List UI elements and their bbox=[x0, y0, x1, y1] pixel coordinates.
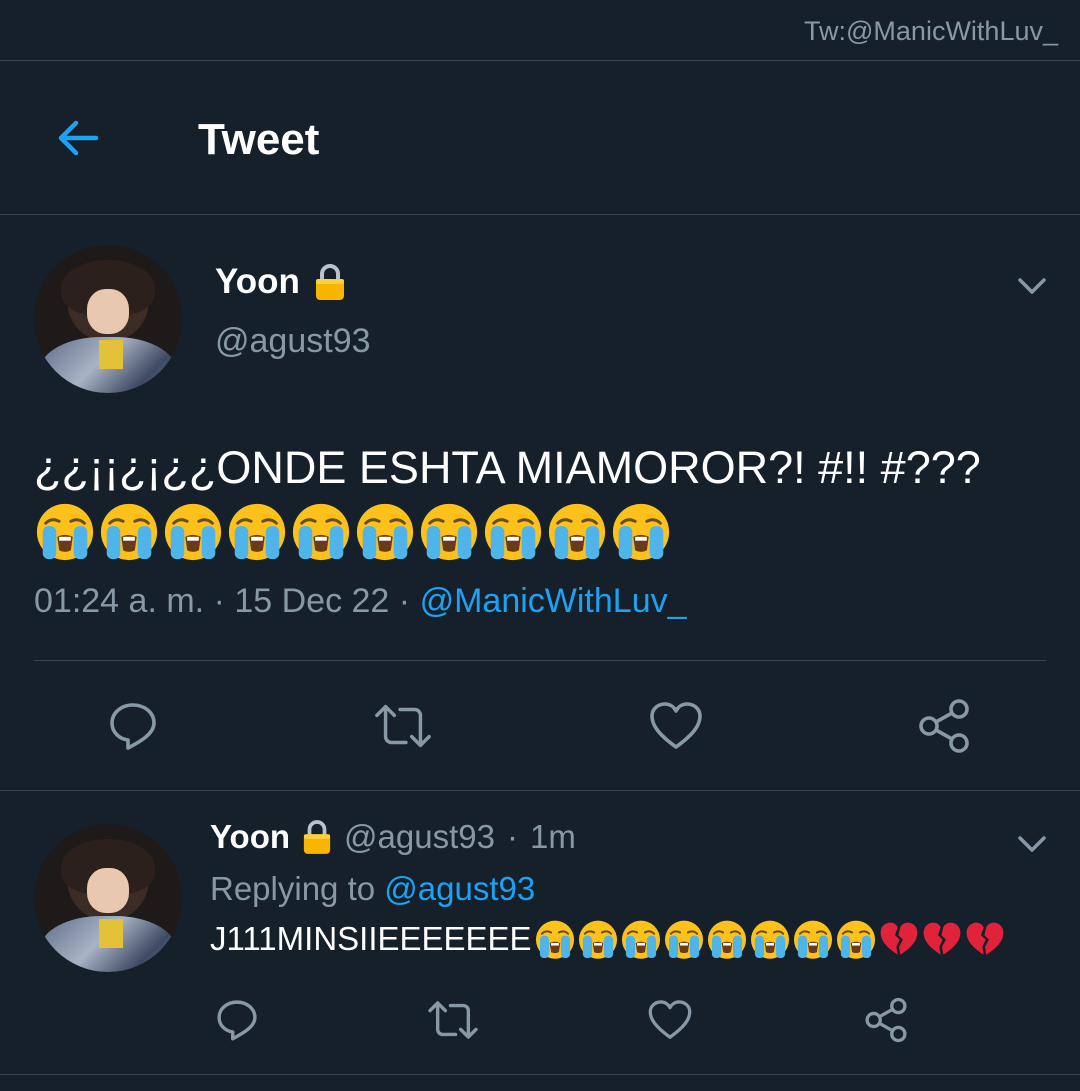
reply-emoji-row bbox=[534, 918, 1006, 960]
loudly-crying-face-emoji bbox=[356, 503, 414, 561]
share-button[interactable] bbox=[914, 696, 974, 756]
chevron-down-icon bbox=[1018, 836, 1046, 852]
divider-bottom bbox=[0, 1074, 1080, 1075]
loudly-crying-face-emoji bbox=[36, 503, 94, 561]
author-name-row: Yoon bbox=[215, 262, 346, 302]
like-button[interactable] bbox=[646, 696, 706, 756]
loudly-crying-face-emoji bbox=[750, 920, 789, 959]
loudly-crying-face-emoji bbox=[707, 920, 746, 959]
comment-icon bbox=[217, 1000, 257, 1041]
lock-icon bbox=[302, 819, 332, 855]
tweet-meta: 01:24 a. m. · 15 Dec 22 · @ManicWithLuv_ bbox=[34, 582, 687, 621]
loudly-crying-face-emoji bbox=[228, 503, 286, 561]
reply-body: J111MINSIIEEEEEEE bbox=[210, 918, 1006, 960]
reply-age: 1m bbox=[529, 818, 576, 855]
meta-separator: · bbox=[213, 582, 225, 620]
avatar[interactable] bbox=[34, 245, 182, 393]
lock-icon bbox=[314, 263, 346, 301]
reply-handle[interactable]: @agust93 bbox=[344, 818, 495, 856]
divider-reply bbox=[0, 790, 1080, 791]
tweet-date: 15 Dec 22 bbox=[234, 582, 390, 620]
tweet-emoji-row bbox=[34, 500, 672, 562]
loudly-crying-face-emoji bbox=[164, 503, 222, 561]
loudly-crying-face-emoji bbox=[484, 503, 542, 561]
reply-avatar[interactable] bbox=[34, 824, 182, 972]
comment-icon bbox=[110, 703, 156, 750]
reply-reply-button[interactable] bbox=[211, 994, 263, 1046]
loudly-crying-face-emoji bbox=[793, 920, 832, 959]
loudly-crying-face-emoji bbox=[420, 503, 478, 561]
source-link[interactable]: @ManicWithLuv_ bbox=[420, 582, 687, 620]
reply-share-button[interactable] bbox=[860, 994, 912, 1046]
heart-icon bbox=[648, 1000, 692, 1039]
loudly-crying-face-emoji bbox=[621, 920, 660, 959]
divider-header bbox=[0, 214, 1080, 215]
reply-separator: · bbox=[506, 818, 518, 855]
replying-label: Replying to bbox=[210, 870, 376, 907]
reply-menu-button[interactable] bbox=[1014, 826, 1050, 862]
loudly-crying-face-emoji bbox=[100, 503, 158, 561]
meta-separator: · bbox=[398, 582, 411, 620]
share-icon bbox=[865, 997, 907, 1043]
back-button[interactable] bbox=[52, 112, 104, 164]
loudly-crying-face-emoji bbox=[548, 503, 606, 561]
tweet-menu-button[interactable] bbox=[1014, 268, 1050, 304]
tweet-text: ¿¿¡¡¿¡¿¿ONDE ESHTA MIAMOROR?! #!! #??? bbox=[34, 442, 981, 493]
loudly-crying-face-emoji bbox=[535, 920, 574, 959]
broken-heart-emoji bbox=[923, 922, 960, 955]
share-icon bbox=[919, 699, 969, 753]
display-name[interactable]: Yoon bbox=[215, 262, 300, 302]
reply-button[interactable] bbox=[103, 696, 163, 756]
reply-display-name[interactable]: Yoon bbox=[210, 818, 290, 856]
page-title: Tweet bbox=[198, 115, 320, 164]
reply-like-button[interactable] bbox=[644, 994, 696, 1046]
retweet-icon bbox=[428, 1001, 478, 1039]
reply-text: J111MINSIIEEEEEEE bbox=[210, 920, 532, 957]
handle[interactable]: @agust93 bbox=[215, 322, 371, 361]
replying-to-link[interactable]: @agust93 bbox=[384, 870, 535, 907]
retweet-button[interactable] bbox=[373, 696, 433, 756]
divider-top bbox=[0, 60, 1080, 61]
arrow-left-icon bbox=[58, 120, 99, 156]
loudly-crying-face-emoji bbox=[578, 920, 617, 959]
reply-retweet-button[interactable] bbox=[426, 994, 480, 1046]
loudly-crying-face-emoji bbox=[664, 920, 703, 959]
broken-heart-emoji bbox=[966, 922, 1003, 955]
heart-icon bbox=[650, 702, 702, 749]
replying-to-line: Replying to @agust93 bbox=[210, 870, 535, 908]
tweet-time: 01:24 a. m. bbox=[34, 582, 205, 620]
loudly-crying-face-emoji bbox=[836, 920, 875, 959]
reply-header: Yoon @agust93 · 1m bbox=[210, 818, 576, 856]
loudly-crying-face-emoji bbox=[612, 503, 670, 561]
chevron-down-icon bbox=[1018, 278, 1046, 294]
loudly-crying-face-emoji bbox=[292, 503, 350, 561]
divider-actions bbox=[34, 660, 1046, 661]
broken-heart-emoji bbox=[880, 922, 917, 955]
retweet-icon bbox=[375, 704, 431, 748]
watermark-text: Tw:@ManicWithLuv_ bbox=[804, 16, 1058, 46]
